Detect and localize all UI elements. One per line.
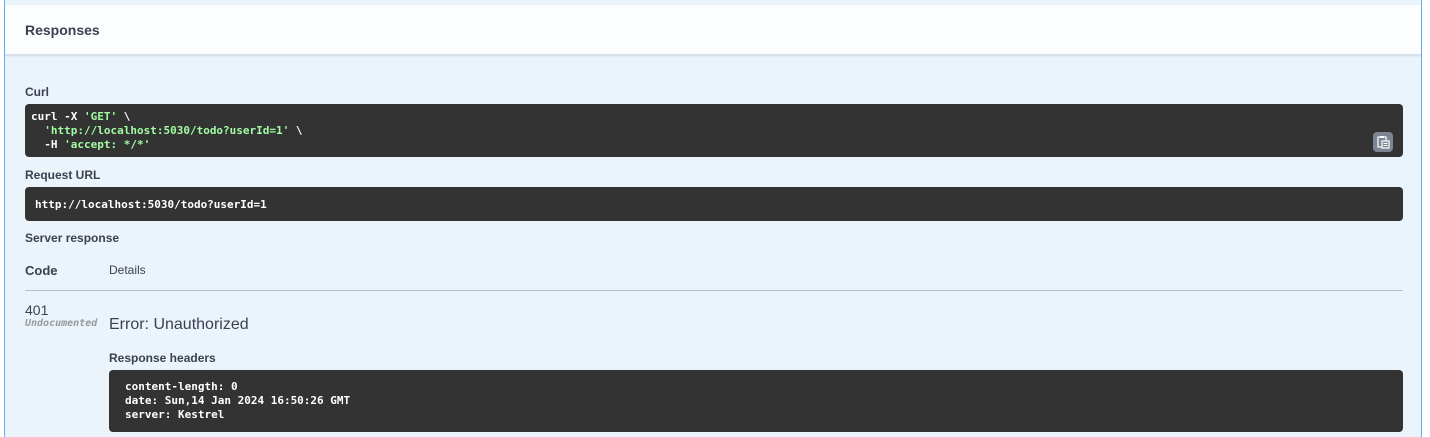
curl-command: curl -X xyxy=(31,110,84,123)
response-error: Error: Unauthorized xyxy=(109,316,249,333)
response-header-line: content-length: 0 xyxy=(125,380,238,393)
clipboard-copy-icon xyxy=(1377,136,1390,149)
undocumented-badge: Undocumented xyxy=(25,318,98,329)
response-code: 401 xyxy=(25,302,49,318)
curl-line-1: curl -X 'GET' \ xyxy=(31,110,1403,124)
response-header-line: server: Kestrel xyxy=(125,408,225,421)
response-headers-label: Response headers xyxy=(109,351,216,365)
curl-line2-continuation: \ xyxy=(289,124,303,137)
column-header-code: Code xyxy=(25,263,58,278)
column-header-details: Details xyxy=(109,263,146,277)
response-headers-block[interactable]: content-length: 0 date: Sun,14 Jan 2024 … xyxy=(109,370,1403,432)
curl-line-3: -H 'accept: */*' xyxy=(31,138,1403,152)
request-url-block[interactable]: http://localhost:5030/todo?userId=1 xyxy=(25,187,1403,221)
curl-line-2: 'http://localhost:5030/todo?userId=1' \ xyxy=(31,124,1403,138)
curl-url: 'http://localhost:5030/todo?userId=1' xyxy=(44,124,290,137)
server-response-label: Server response xyxy=(25,231,120,245)
responses-section-header: Responses xyxy=(5,5,1421,55)
curl-label: Curl xyxy=(25,85,49,99)
curl-code-block[interactable]: curl -X 'GET' \ 'http://localhost:5030/t… xyxy=(25,104,1403,157)
curl-header-value: 'accept: */*' xyxy=(64,138,151,151)
request-url-label: Request URL xyxy=(25,168,101,182)
curl-method: 'GET' xyxy=(83,110,118,123)
curl-indent xyxy=(31,124,44,137)
responses-panel: Responses Curl curl -X 'GET' \ 'http://l… xyxy=(4,0,1422,437)
copy-to-clipboard-button[interactable] xyxy=(1373,132,1393,152)
response-header-line: date: Sun,14 Jan 2024 16:50:26 GMT xyxy=(125,394,351,407)
section-title: Responses xyxy=(25,22,100,38)
curl-line1-continuation: \ xyxy=(117,110,131,123)
table-divider xyxy=(25,290,1403,291)
curl-header-flag: -H xyxy=(31,138,65,151)
